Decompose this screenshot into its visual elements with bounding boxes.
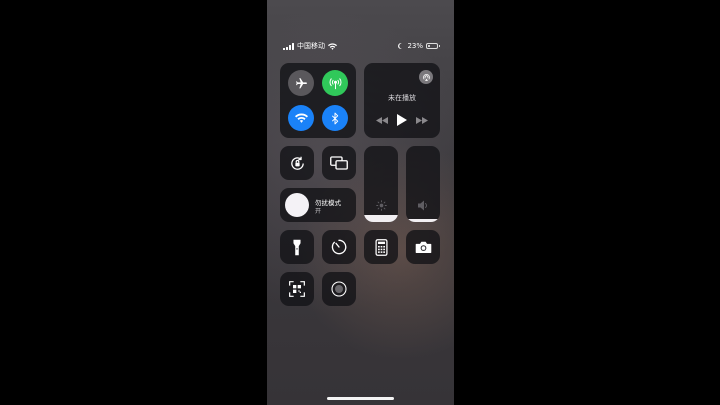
screen-mirroring-button[interactable] [322, 146, 356, 180]
now-playing-panel[interactable]: 未在播放 [364, 63, 440, 138]
sun-icon [376, 200, 387, 211]
signal-strength-icon [283, 42, 294, 50]
status-left: 中国移动 [283, 40, 337, 52]
timer-button[interactable] [322, 230, 356, 264]
dnd-state: 开 [315, 208, 322, 215]
qr-scanner-button[interactable] [280, 272, 314, 306]
airplay-icon [422, 73, 430, 81]
wifi-status-icon [328, 42, 337, 50]
control-center: 中国移动 23% 未在播放 勿扰模式 开 [267, 0, 454, 405]
calculator-icon [374, 238, 388, 256]
dnd-icon-circle [285, 193, 309, 217]
airplay-button[interactable] [419, 70, 433, 84]
do-not-disturb-button[interactable]: 勿扰模式 开 [280, 188, 356, 222]
orientation-lock-button[interactable] [280, 146, 314, 180]
orientation-lock-icon [290, 156, 304, 170]
rewind-icon[interactable] [376, 116, 388, 124]
camera-button[interactable] [406, 230, 440, 264]
bluetooth-icon [331, 112, 339, 124]
screen-mirroring-icon [330, 156, 348, 170]
status-right: 23% [398, 40, 440, 52]
brightness-slider[interactable] [364, 146, 398, 222]
battery-icon [426, 43, 440, 49]
not-playing-label: 未在播放 [388, 94, 416, 102]
screen-record-icon [331, 281, 347, 297]
wifi-toggle-button[interactable] [288, 105, 314, 131]
carrier-name: 中国移动 [297, 42, 325, 50]
calculator-button[interactable] [364, 230, 398, 264]
home-indicator[interactable] [327, 397, 394, 400]
moon-icon [293, 199, 299, 211]
battery-percentage: 23% [407, 42, 423, 50]
airplane-icon [295, 77, 307, 88]
airplane-mode-button[interactable] [288, 70, 314, 96]
volume-slider[interactable] [406, 146, 440, 222]
wifi-icon [294, 113, 308, 123]
flashlight-icon [293, 239, 301, 255]
screen-record-button[interactable] [322, 272, 356, 306]
brightness-level [364, 215, 398, 222]
play-icon[interactable] [397, 114, 407, 126]
cellular-data-button[interactable] [322, 70, 348, 96]
moon-status-icon [398, 43, 403, 49]
cellular-antenna-icon [329, 77, 341, 89]
connectivity-panel[interactable] [280, 63, 356, 138]
flashlight-button[interactable] [280, 230, 314, 264]
bluetooth-toggle-button[interactable] [322, 105, 348, 131]
battery-level [428, 45, 430, 47]
camera-icon [415, 241, 431, 254]
fast-forward-icon[interactable] [416, 116, 428, 124]
timer-icon [331, 239, 347, 255]
qr-scanner-icon [289, 281, 305, 297]
volume-level [406, 218, 440, 222]
speaker-icon [418, 200, 427, 211]
